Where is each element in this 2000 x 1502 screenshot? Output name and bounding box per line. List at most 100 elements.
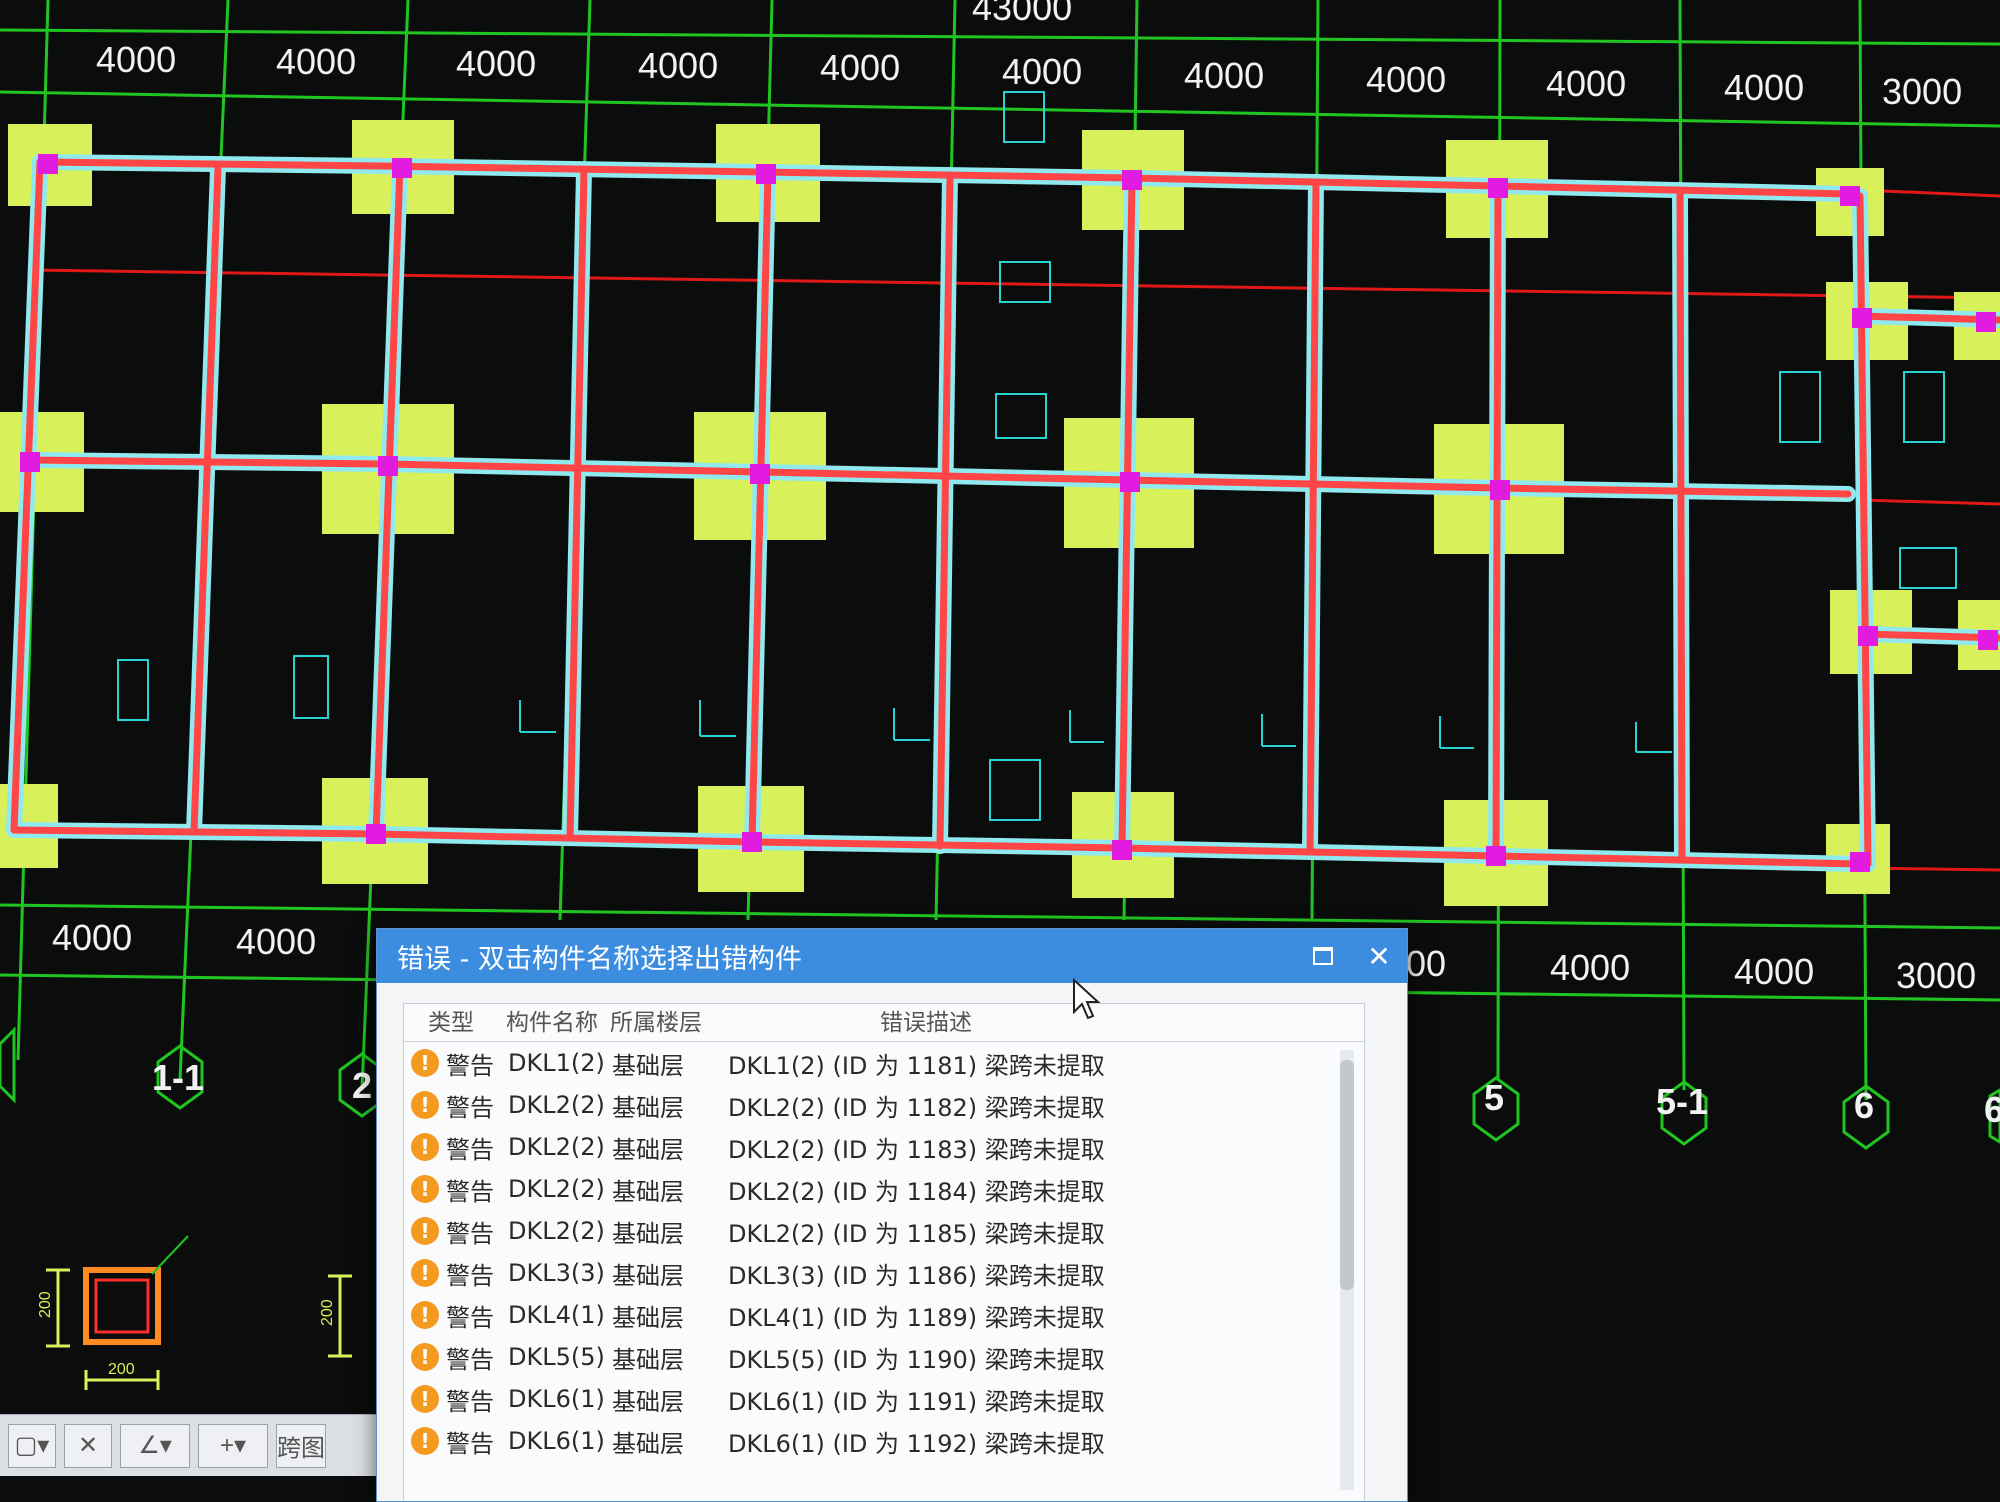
row-type: 警告: [446, 1345, 494, 1374]
warning-icon: !: [411, 1259, 439, 1287]
row-type: 警告: [446, 1177, 494, 1206]
select-box-icon: ▢▾: [14, 1432, 50, 1459]
row-type: 警告: [446, 1093, 494, 1122]
warning-icon: !: [411, 1385, 439, 1413]
warning-icon: !: [411, 1301, 439, 1329]
column-header-desc[interactable]: 错误描述: [880, 1003, 972, 1037]
warning-icon-cell: !: [404, 1343, 446, 1371]
column-header-name[interactable]: 构件名称: [506, 1003, 610, 1037]
error-rows: ! 警告 DKL1(2) 基础层 DKL1(2) (ID 为 1181) 梁跨未提取! 警…: [404, 1042, 1364, 1462]
angle-tool-button[interactable]: ∠▾: [120, 1423, 190, 1468]
close-button[interactable]: ✕: [1351, 929, 1407, 983]
axis-label-2: 2: [352, 1065, 372, 1106]
svg-text:3000: 3000: [1896, 955, 1976, 996]
row-component-name[interactable]: DKL2(2): [508, 1133, 612, 1161]
svg-text:4000: 4000: [820, 47, 900, 88]
row-description: DKL2(2) (ID 为 1185) 梁跨未提取: [728, 1219, 1105, 1248]
delete-tool-button[interactable]: ✕: [64, 1423, 112, 1468]
row-component-name[interactable]: DKL2(2): [508, 1175, 612, 1203]
row-component-name[interactable]: DKL2(2): [508, 1217, 612, 1245]
maximize-button[interactable]: [1295, 929, 1351, 983]
row-description: DKL2(2) (ID 为 1184) 梁跨未提取: [728, 1177, 1105, 1206]
row-component-name[interactable]: DKL2(2): [508, 1091, 612, 1119]
table-row[interactable]: ! 警告 DKL3(3) 基础层 DKL3(3) (ID 为 1186) 梁跨未提取: [404, 1252, 1364, 1294]
row-floor: 基础层: [612, 1345, 684, 1374]
svg-text:3000: 3000: [1882, 71, 1962, 112]
row-component-name[interactable]: DKL4(1): [508, 1301, 612, 1329]
row-type: 警告: [446, 1387, 494, 1416]
row-floor: 基础层: [612, 1303, 684, 1332]
row-type: 警告: [446, 1051, 494, 1080]
svg-text:4000: 4000: [276, 41, 356, 82]
warning-icon: !: [411, 1217, 439, 1245]
plus-icon: +▾: [219, 1432, 247, 1459]
error-table[interactable]: 类型 构件名称 所属楼层 错误描述 ! 警告 DKL1(2) 基础层 DKL1(2) (…: [403, 1003, 1365, 1501]
svg-text:4000: 4000: [638, 45, 718, 86]
svg-text:4000: 4000: [1724, 67, 1804, 108]
detail-dim-height: 200: [37, 1291, 54, 1318]
svg-text:4000: 4000: [96, 39, 176, 80]
cross-icon: ✕: [77, 1432, 99, 1459]
warning-icon-cell: !: [404, 1301, 446, 1329]
angle-icon: ∠▾: [138, 1432, 172, 1459]
column-header-type[interactable]: 类型: [428, 1003, 506, 1037]
row-description: DKL1(2) (ID 为 1181) 梁跨未提取: [728, 1051, 1105, 1080]
table-row[interactable]: ! 警告 DKL5(5) 基础层 DKL5(5) (ID 为 1190) 梁跨未提取: [404, 1336, 1364, 1378]
select-tool-button[interactable]: ▢▾: [8, 1423, 56, 1468]
table-row[interactable]: ! 警告 DKL4(1) 基础层 DKL4(1) (ID 为 1189) 梁跨未提取: [404, 1294, 1364, 1336]
svg-text:4000: 4000: [1184, 55, 1264, 96]
axis-label-5: 5: [1484, 1077, 1504, 1118]
svg-text:4000: 4000: [1546, 63, 1626, 104]
scrollbar-thumb[interactable]: [1340, 1060, 1354, 1290]
table-row[interactable]: ! 警告 DKL1(2) 基础层 DKL1(2) (ID 为 1181) 梁跨未提取: [404, 1042, 1364, 1084]
row-floor: 基础层: [612, 1387, 684, 1416]
row-floor: 基础层: [612, 1429, 684, 1458]
table-row[interactable]: ! 警告 DKL6(1) 基础层 DKL6(1) (ID 为 1192) 梁跨未提取: [404, 1420, 1364, 1462]
add-tool-button[interactable]: +▾: [198, 1423, 268, 1468]
column-header-floor[interactable]: 所属楼层: [610, 1003, 880, 1037]
svg-text:4000: 4000: [52, 917, 132, 958]
mouse-cursor-icon: [1073, 978, 1101, 1020]
table-row[interactable]: ! 警告 DKL6(1) 基础层 DKL6(1) (ID 为 1191) 梁跨未提取: [404, 1378, 1364, 1420]
span-button[interactable]: 跨图: [276, 1423, 326, 1468]
row-type: 警告: [446, 1429, 494, 1458]
svg-text:00: 00: [1406, 943, 1446, 984]
table-header: 类型 构件名称 所属楼层 错误描述: [404, 1004, 1364, 1042]
row-component-name[interactable]: DKL6(1): [508, 1427, 612, 1455]
vertical-scrollbar[interactable]: [1340, 1050, 1354, 1490]
axis-label-6: 6: [1854, 1085, 1874, 1126]
warning-icon: !: [411, 1427, 439, 1455]
span-label: 跨图: [277, 1435, 325, 1462]
error-dialog[interactable]: 错误 - 双击构件名称选择出错构件 ✕ 类型 构件名称 所属楼层 错误描述 ! 警…: [376, 928, 1408, 1502]
axis-label-1-1: 1-1: [152, 1057, 204, 1098]
row-floor: 基础层: [612, 1051, 684, 1080]
svg-text:4000: 4000: [1366, 59, 1446, 100]
warning-icon: !: [411, 1343, 439, 1371]
row-description: DKL2(2) (ID 为 1183) 梁跨未提取: [728, 1135, 1105, 1164]
row-component-name[interactable]: DKL6(1): [508, 1385, 612, 1413]
dialog-titlebar[interactable]: 错误 - 双击构件名称选择出错构件 ✕: [377, 929, 1407, 983]
table-row[interactable]: ! 警告 DKL2(2) 基础层 DKL2(2) (ID 为 1183) 梁跨未提取: [404, 1126, 1364, 1168]
row-description: DKL6(1) (ID 为 1191) 梁跨未提取: [728, 1387, 1105, 1416]
maximize-icon: [1313, 947, 1333, 965]
table-row[interactable]: ! 警告 DKL2(2) 基础层 DKL2(2) (ID 为 1184) 梁跨未提取: [404, 1168, 1364, 1210]
row-description: DKL6(1) (ID 为 1192) 梁跨未提取: [728, 1429, 1105, 1458]
row-component-name[interactable]: DKL3(3): [508, 1259, 612, 1287]
svg-text:4000: 4000: [236, 921, 316, 962]
bottom-toolbar: ▢▾ ✕ ∠▾ +▾ 跨图: [0, 1414, 380, 1476]
row-floor: 基础层: [612, 1093, 684, 1122]
row-type: 警告: [446, 1261, 494, 1290]
row-description: DKL5(5) (ID 为 1190) 梁跨未提取: [728, 1345, 1105, 1374]
warning-icon-cell: !: [404, 1175, 446, 1203]
warning-icon-cell: !: [404, 1091, 446, 1119]
table-row[interactable]: ! 警告 DKL2(2) 基础层 DKL2(2) (ID 为 1182) 梁跨未提取: [404, 1084, 1364, 1126]
warning-icon: !: [411, 1091, 439, 1119]
row-description: DKL2(2) (ID 为 1182) 梁跨未提取: [728, 1093, 1105, 1122]
row-component-name[interactable]: DKL5(5): [508, 1343, 612, 1371]
row-type: 警告: [446, 1219, 494, 1248]
table-row[interactable]: ! 警告 DKL2(2) 基础层 DKL2(2) (ID 为 1185) 梁跨未提取: [404, 1210, 1364, 1252]
close-icon: ✕: [1367, 939, 1391, 973]
row-component-name[interactable]: DKL1(2): [508, 1049, 612, 1077]
warning-icon: !: [411, 1049, 439, 1077]
row-description: DKL4(1) (ID 为 1189) 梁跨未提取: [728, 1303, 1105, 1332]
